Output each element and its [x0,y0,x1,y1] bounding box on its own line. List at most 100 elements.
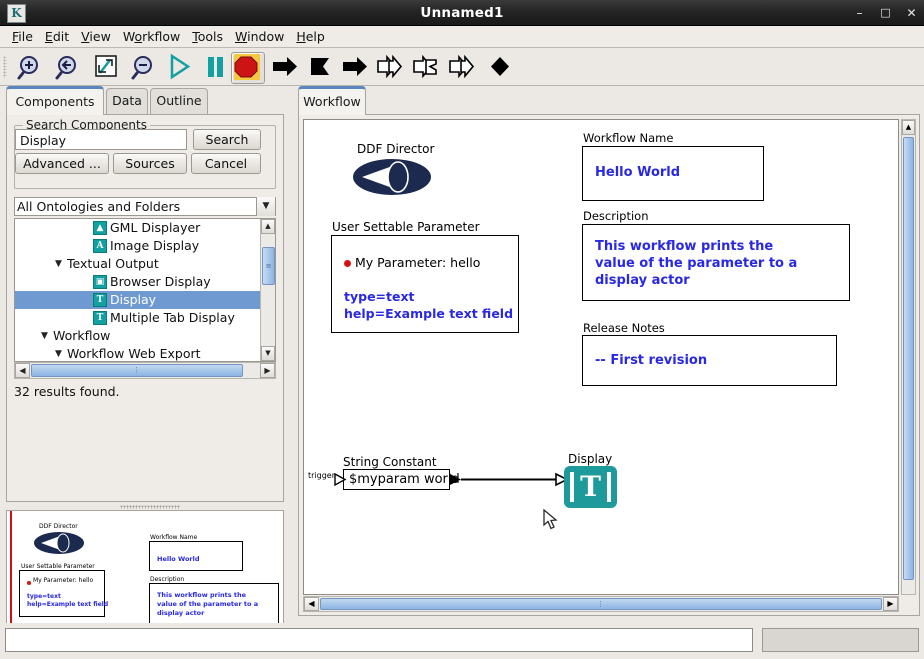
display-actor[interactable]: T [564,466,617,508]
step-over-icon[interactable] [339,52,371,82]
tree-label: Multiple Tab Display [110,310,235,325]
canvas-scroll-left-icon[interactable]: ◀ [304,597,319,611]
close-button[interactable]: ✕ [905,7,918,19]
parameter-line: My Parameter: hello [355,255,481,270]
tree-item-textual-output[interactable]: ▼ Textual Output [15,255,261,273]
scroll-left-icon[interactable]: ◀ [15,363,30,378]
ddf-director-icon[interactable] [352,156,432,198]
tree-vertical-scrollbar[interactable]: ▲ ≡ ▼ [260,219,275,361]
panel-divider[interactable] [120,505,180,509]
menu-tools[interactable]: Tools [186,27,229,46]
canvas-scroll-up-icon[interactable]: ▲ [902,120,915,135]
canvas-vertical-scrollbar[interactable]: ▲ [901,119,916,595]
chevron-down-icon[interactable]: ▼ [41,327,48,345]
thumb-param-details: type=text help=Example text field [27,593,109,608]
release-notes-text: -- First revision [595,353,708,368]
workflow-name-text: Hello World [595,165,681,180]
tree-item-gml-displayer[interactable]: ▲ GML Displayer [15,219,261,237]
scroll-up-icon[interactable]: ▲ [261,219,275,234]
scroll-right-icon[interactable]: ▶ [260,363,275,378]
advance-icon[interactable] [447,52,479,82]
maximize-button[interactable]: □ [879,7,892,19]
tree-item-workflow[interactable]: ▼ Workflow [15,327,261,345]
tab-components[interactable]: Components [6,86,104,115]
tree-hscroll-thumb[interactable]: ⋮ [31,364,243,377]
thumb-param-title: User Settable Parameter [21,563,95,570]
canvas-horizontal-scrollbar[interactable]: ◀ ⋮ ▶ [303,596,899,612]
parameter-dot [344,260,351,267]
ontology-folder-select[interactable]: All Ontologies and Folders ▼ [14,197,276,216]
menu-view[interactable]: View [75,27,117,46]
pause-icon[interactable] [199,52,231,82]
tree-label: Browser Display [110,274,211,289]
parameter-title: User Settable Parameter [332,220,480,234]
step-icon[interactable] [269,52,301,82]
connection-wire[interactable] [331,465,581,497]
tree-item-browser-display[interactable]: ▣ Browser Display [15,273,261,291]
stop-icon[interactable] [231,52,265,84]
display-icon: T [93,293,107,307]
workflow-name-label: Workflow Name [583,131,674,145]
tree-item-multiple-tab-display[interactable]: T Multiple Tab Display [15,309,261,327]
mouse-cursor [543,509,558,530]
search-button[interactable]: Search [193,129,261,150]
tree-item-display[interactable]: T Display [15,291,261,309]
menu-help[interactable]: Help [290,27,331,46]
tab-workflow[interactable]: Workflow [298,86,366,115]
title-bar: K Unnamed1 – □ ✕ [0,0,924,26]
multiple-tab-display-icon: T [93,311,107,325]
fast-forward-icon[interactable] [375,52,407,82]
chevron-down-icon[interactable]: ▼ [55,255,62,273]
search-input[interactable]: Display [15,129,187,150]
toolbar [0,48,924,86]
tab-data[interactable]: Data [106,88,148,114]
chevron-down-icon[interactable]: ▼ [256,197,275,216]
workflow-canvas[interactable]: DDF Director User Settable Parameter My … [303,119,899,595]
chevron-down-icon[interactable]: ▼ [55,345,62,361]
component-tree[interactable]: ▲ GML Displayer A Image Display ▼ Textual O… [14,218,276,362]
tree-label: Display [110,292,157,307]
tree-horizontal-scrollbar[interactable]: ◀ ⋮ ▶ [14,362,276,379]
canvas-hscroll-thumb[interactable]: ⋮ [320,598,882,610]
canvas-vscroll-thumb[interactable] [903,137,914,580]
menu-bar: File Edit View Workflow Tools Window Hel… [0,26,924,48]
window-controls: – □ ✕ [853,0,918,26]
tree-scroll-thumb[interactable]: ≡ [262,247,275,285]
menu-workflow[interactable]: Workflow [117,27,186,46]
thumb-desc-label: Description [150,576,185,583]
zoom-reset-icon[interactable] [52,52,84,82]
sources-button[interactable]: Sources [113,153,187,174]
run-icon[interactable] [163,52,195,82]
minimize-button[interactable]: – [853,7,866,19]
display-glyph: T [580,470,601,503]
toolbar-grip[interactable] [3,56,7,78]
cancel-button[interactable]: Cancel [191,153,261,174]
tab-outline[interactable]: Outline [150,88,208,114]
zoom-fit-icon[interactable] [90,52,122,82]
diamond-icon[interactable] [484,52,516,82]
director-label: DDF Director [357,142,435,156]
workflow-area: Workflow DDF Director User Settable Para… [292,86,924,623]
thumb-wfname-text: Hello World [157,555,200,563]
kepler-application-window: K Unnamed1 – □ ✕ File Edit View Workflow… [0,0,924,659]
zoom-out-icon[interactable] [128,52,160,82]
zoom-in-icon[interactable] [14,52,46,82]
skip-icon[interactable] [411,52,443,82]
left-panel: Components Data Outline Search Component… [0,86,290,659]
tree-item-image-display[interactable]: A Image Display [15,237,261,255]
tree-label: GML Displayer [110,220,201,235]
tree-label: Workflow Web Export [67,346,201,361]
release-notes-label: Release Notes [583,321,665,335]
status-message-field[interactable] [5,628,753,652]
search-results-count: 32 results found. [14,384,120,399]
advanced-button[interactable]: Advanced ... [15,153,109,174]
canvas-scroll-right-icon[interactable]: ▶ [883,597,898,611]
thumb-param-dot [27,581,31,585]
menu-edit[interactable]: Edit [39,27,75,46]
menu-file[interactable]: File [6,27,39,46]
menu-window[interactable]: Window [229,27,290,46]
flag-icon[interactable] [305,52,337,82]
scroll-down-icon[interactable]: ▼ [261,346,275,361]
thumb-director-label: DDF Director [39,523,78,530]
tree-item-workflow-web-export[interactable]: ▼ Workflow Web Export [15,345,261,361]
